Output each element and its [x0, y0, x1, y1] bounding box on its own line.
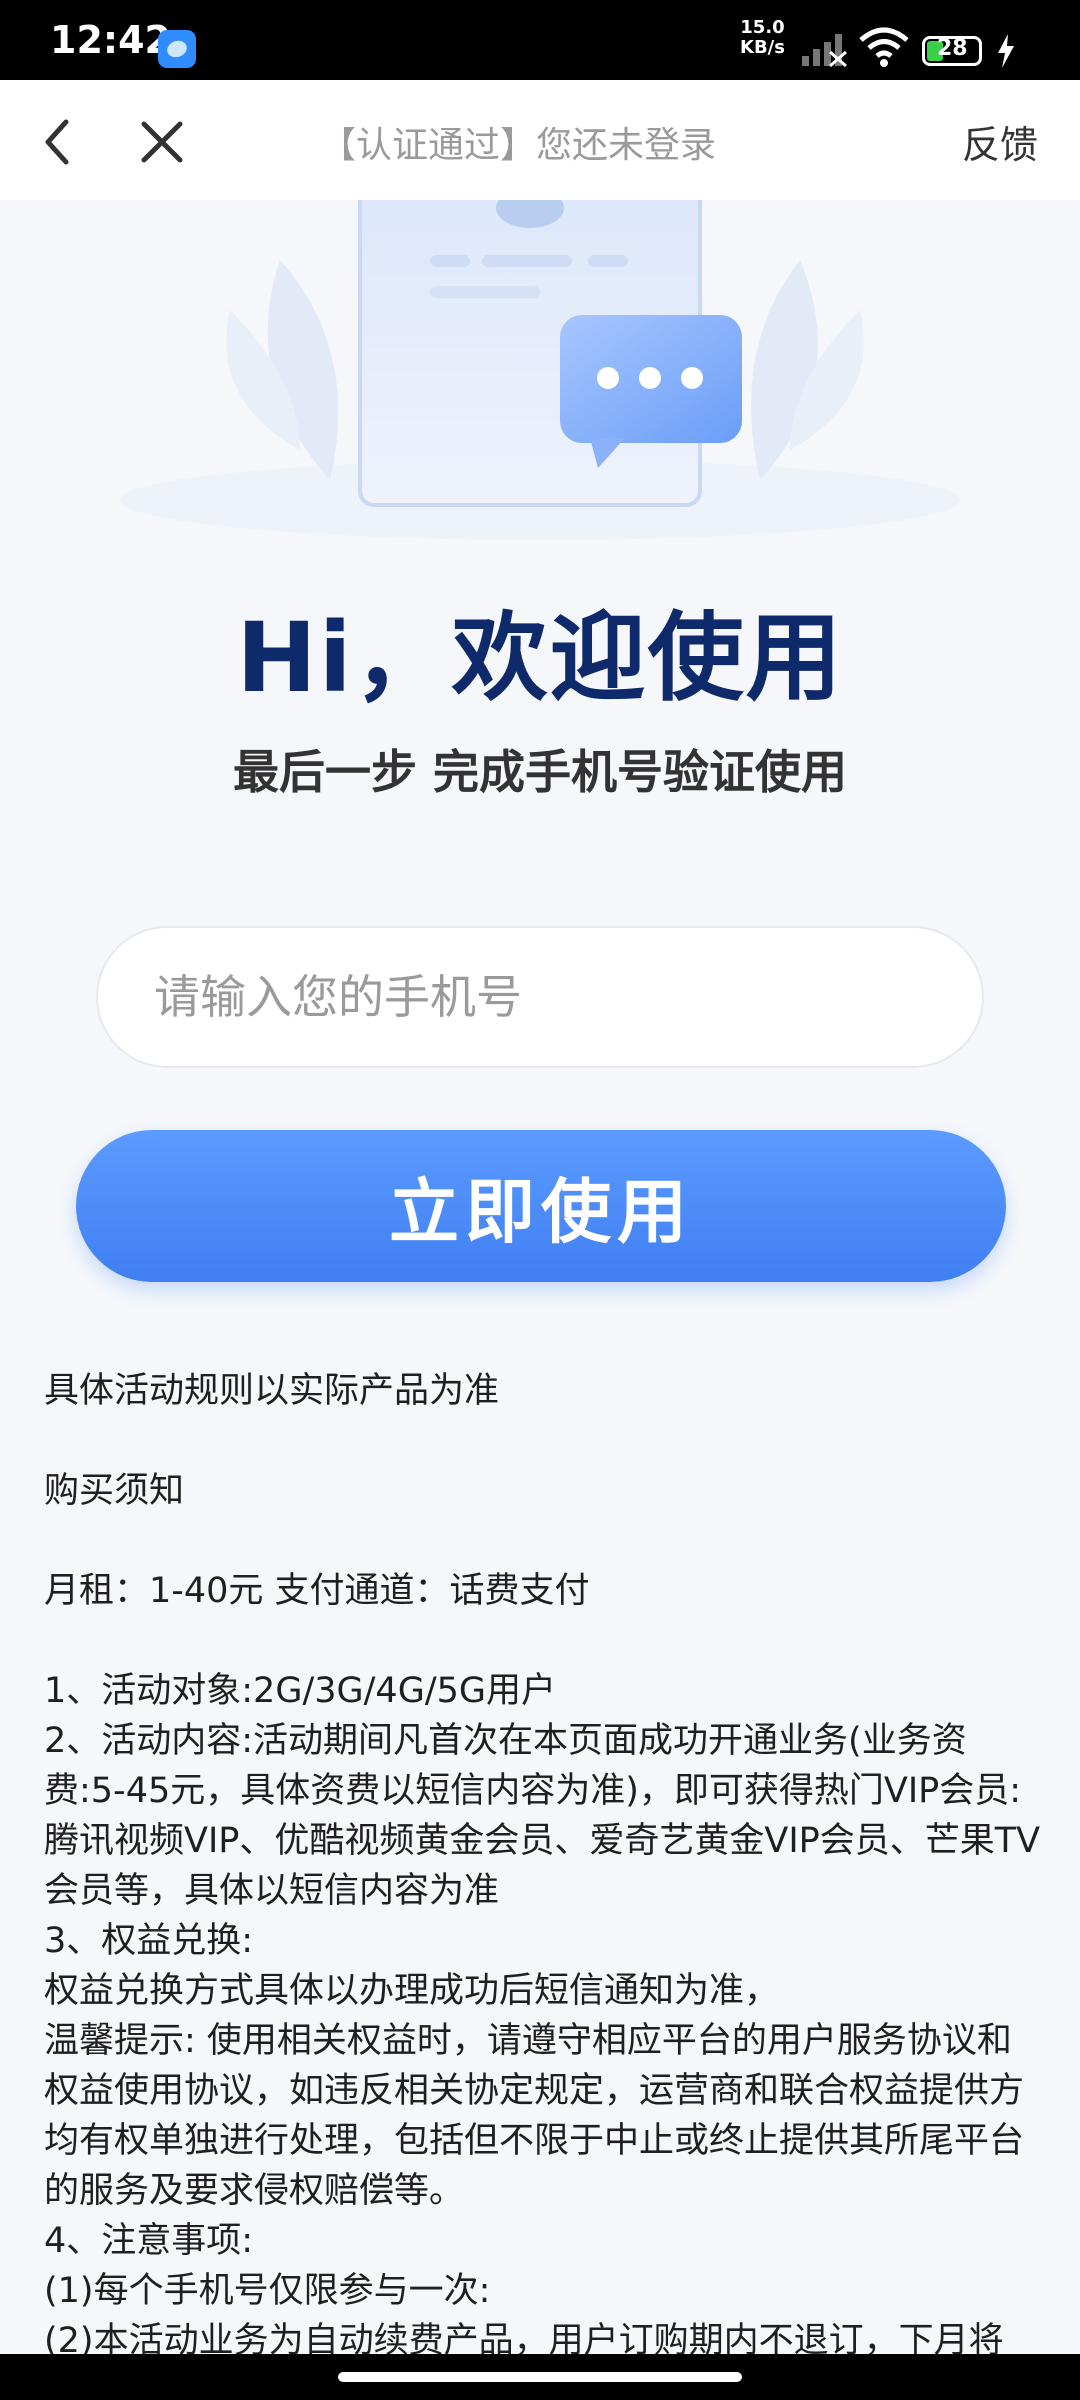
rules-item: 3、权益兑换:: [44, 1921, 254, 1961]
back-icon[interactable]: [30, 112, 90, 172]
battery-icon: 28: [922, 36, 982, 66]
clock: 12:42: [50, 18, 171, 62]
nav-bar: 【认证通过】您还未登录 反馈: [0, 80, 1080, 200]
rules-item: 2、活动内容:活动期间凡首次在本页面成功开通业务(业务资费:5-45元，具体资费…: [44, 1721, 1041, 1911]
rules-item: 温馨提示: 使用相关权益时，请遵守相应平台的用户服务协议和权益使用协议，如违反相…: [44, 2021, 1025, 2211]
rules-item: (1)每个手机号仅限参与一次:: [44, 2271, 491, 2311]
fee-line: 月租：1-40元 支付通道：话费支付: [44, 1571, 590, 1611]
app-icon: [158, 30, 196, 68]
rules-item: 1、活动对象:2G/3G/4G/5G用户: [44, 1671, 556, 1711]
purchase-heading: 购买须知: [44, 1471, 185, 1511]
wifi-icon: [859, 27, 909, 67]
home-bar[interactable]: [338, 2372, 742, 2382]
status-bar: 12:42 15.0 KB/s 28: [0, 0, 1080, 80]
network-speed-unit: KB/s: [740, 37, 785, 58]
use-now-button[interactable]: 立即使用: [76, 1130, 1006, 1282]
signal-icon: [802, 34, 847, 68]
network-speed-value: 15.0: [740, 17, 785, 38]
network-speed: 15.0 KB/s: [740, 18, 785, 58]
charging-icon: [998, 34, 1014, 68]
rules-notice: 具体活动规则以实际产品为准: [44, 1371, 500, 1411]
feedback-link[interactable]: 反馈: [962, 114, 1038, 169]
battery-level: 28: [937, 36, 968, 61]
welcome-title: Hi，欢迎使用: [236, 602, 844, 714]
hero-illustration: [120, 200, 960, 540]
rules-item: 权益兑换方式具体以办理成功后短信通知为准，: [44, 1971, 780, 2011]
page-title: 【认证通过】您还未登录: [320, 125, 717, 166]
phone-input[interactable]: [96, 926, 984, 1068]
rules-section: 具体活动规则以实际产品为准 购买须知 月租：1-40元 支付通道：话费支付 1、…: [44, 1366, 1044, 2366]
welcome-subtitle: 最后一步 完成手机号验证使用: [232, 745, 847, 799]
home-indicator: [0, 2354, 1080, 2400]
close-icon[interactable]: [132, 112, 192, 172]
rules-item: 4、注意事项:: [44, 2221, 254, 2261]
